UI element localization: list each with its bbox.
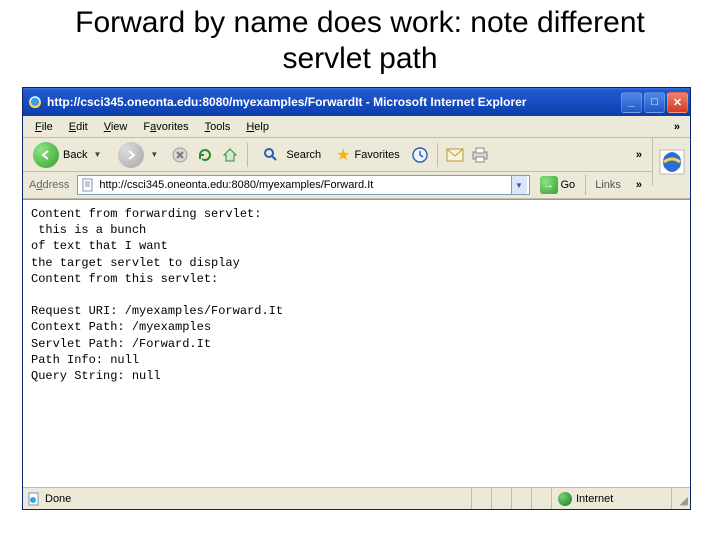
favorites-button[interactable]: ★ Favorites [330,142,406,168]
links-overflow-icon[interactable]: » [630,179,648,191]
address-field[interactable]: ▼ [77,175,529,195]
security-zone[interactable]: Internet [552,488,672,509]
window-controls: _ □ ✕ [621,92,688,113]
home-button[interactable] [219,144,241,166]
toolbar-overflow-icon[interactable]: » [630,149,648,161]
maximize-button[interactable]: □ [644,92,665,113]
menu-favorites[interactable]: Favorites [135,119,196,135]
minimize-button[interactable]: _ [621,92,642,113]
menu-view[interactable]: View [96,119,136,135]
print-button[interactable] [469,144,491,166]
page-icon [80,177,96,193]
menu-tools[interactable]: Tools [197,119,239,135]
window-title: http://csci345.oneonta.edu:8080/myexampl… [47,95,621,109]
status-page-icon [27,492,41,506]
forward-dropdown-icon[interactable]: ▼ [148,150,160,159]
search-icon [260,144,282,166]
ie-icon [27,94,43,110]
go-arrow-icon: → [540,176,558,194]
menu-help[interactable]: Help [238,119,277,135]
internet-zone-icon [558,492,572,506]
stop-button[interactable] [169,144,191,166]
menubar: File Edit View Favorites Tools Help » [23,116,690,138]
menu-edit[interactable]: Edit [61,119,96,135]
star-icon: ★ [336,145,350,165]
titlebar[interactable]: http://csci345.oneonta.edu:8080/myexampl… [23,88,690,116]
refresh-button[interactable] [194,144,216,166]
slide-title: Forward by name does work: note differen… [0,0,720,87]
status-text: Done [45,493,71,505]
address-dropdown-icon[interactable]: ▼ [511,176,527,194]
browser-window: http://csci345.oneonta.edu:8080/myexampl… [22,87,691,510]
go-button[interactable]: → Go [536,175,580,195]
address-bar: Address ▼ → Go Links » [23,172,652,198]
menubar-overflow-icon[interactable]: » [668,121,686,133]
status-bar: Done Internet ◢ [23,487,690,509]
links-label[interactable]: Links [592,179,624,191]
page-content: Content from forwarding servlet: this is… [23,199,690,487]
zone-label: Internet [576,493,613,505]
mail-button[interactable] [444,144,466,166]
address-input[interactable] [99,179,510,191]
back-label: Back [63,149,87,161]
forward-arrow-icon [118,142,144,168]
menu-file[interactable]: File [27,119,61,135]
address-label: Address [27,179,71,191]
toolbar: Back ▼ ▼ [23,138,652,172]
close-button[interactable]: ✕ [667,92,688,113]
back-arrow-icon [33,142,59,168]
back-dropdown-icon[interactable]: ▼ [91,150,103,159]
nav-back-button[interactable]: Back ▼ [27,139,109,171]
history-button[interactable] [409,144,431,166]
search-button[interactable]: Search [254,141,327,169]
go-label: Go [561,179,576,191]
ie-throbber-icon [652,138,690,186]
nav-forward-button: ▼ [112,139,166,171]
search-label: Search [286,149,321,161]
favorites-label: Favorites [355,149,400,161]
resize-grip-icon[interactable]: ◢ [672,488,690,509]
